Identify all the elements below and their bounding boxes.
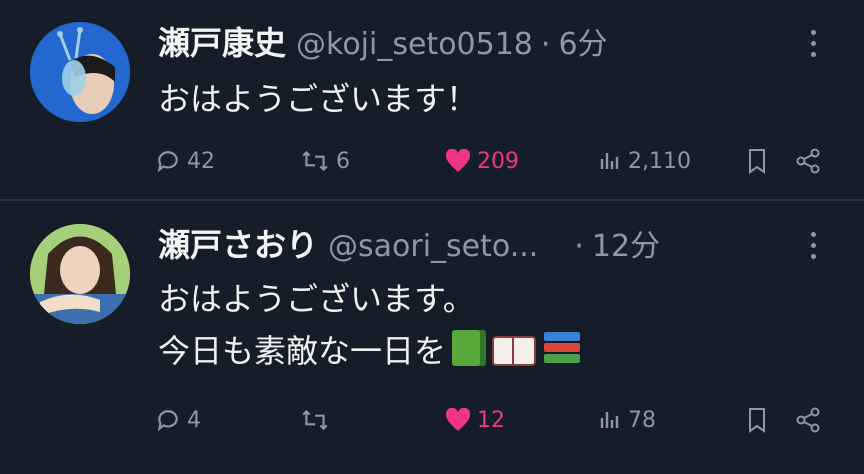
tweet-text-line: 今日も素敵な一日を <box>158 332 447 370</box>
share-icon <box>796 407 820 433</box>
user-handle[interactable]: @koji_seto0518 <box>296 27 533 62</box>
user-handle[interactable]: @saori_seto... <box>328 229 538 264</box>
tweet-actions: 4 12 78 <box>155 402 825 438</box>
views-count: 78 <box>628 407 656 433</box>
tweet-text-line: おはようございます。 <box>158 280 475 318</box>
bookmark-icon <box>749 149 765 174</box>
bookmark-button[interactable] <box>745 143 775 179</box>
like-button[interactable]: 209 <box>445 143 519 179</box>
timeline-feed: 瀬戸康史 @koji_seto0518 · 6分 おはようございます！ 42 6… <box>0 0 864 474</box>
avatar[interactable] <box>30 224 130 324</box>
tweet-text: おはようございます！ <box>158 74 478 124</box>
retweet-count: 6 <box>336 148 350 174</box>
bookmark-button[interactable] <box>745 402 775 438</box>
views-button[interactable]: 2,110 <box>598 143 691 179</box>
tweet-text-line-with-emoji: 今日も素敵な一日を <box>158 326 582 376</box>
reply-count: 4 <box>187 407 201 433</box>
views-icon <box>600 412 619 428</box>
tweet-text-line: おはようございます！ <box>158 80 479 118</box>
like-count: 12 <box>477 407 505 433</box>
heart-icon <box>445 408 471 431</box>
timestamp[interactable]: 12分 <box>592 221 660 265</box>
retweet-icon <box>302 409 328 431</box>
reply-button[interactable]: 4 <box>155 402 201 438</box>
retweet-button[interactable]: 6 <box>300 143 350 179</box>
tweet[interactable]: 瀬戸康史 @koji_seto0518 · 6分 おはようございます！ 42 6… <box>0 0 864 200</box>
like-button[interactable]: 12 <box>445 402 505 438</box>
tweet-actions: 42 6 209 2,110 <box>155 143 825 179</box>
reply-button[interactable]: 42 <box>155 143 215 179</box>
avatar[interactable] <box>30 22 130 122</box>
heart-icon <box>445 149 471 172</box>
reply-count: 42 <box>187 148 215 174</box>
share-button[interactable] <box>795 402 827 438</box>
timestamp[interactable]: 6分 <box>558 19 607 63</box>
share-button[interactable] <box>795 143 827 179</box>
tweet-text: おはようございます。 今日も素敵な一日を <box>158 274 582 376</box>
more-options-icon[interactable] <box>804 30 822 62</box>
books-icon <box>542 330 582 366</box>
tweet-header: 瀬戸康史 @koji_seto0518 · 6分 <box>158 18 608 62</box>
views-count: 2,110 <box>628 148 691 174</box>
bookmark-icon <box>749 408 765 433</box>
tweet[interactable]: 瀬戸さおり @saori_seto... · 12分 おはようございます。 今日… <box>0 202 864 474</box>
views-button[interactable]: 78 <box>598 402 656 438</box>
reply-icon <box>157 410 178 432</box>
open-book-icon <box>492 330 537 366</box>
tweet-header: 瀬戸さおり @saori_seto... · 12分 <box>158 220 660 264</box>
display-name[interactable]: 瀬戸康史 <box>158 18 286 64</box>
retweet-icon <box>302 150 328 172</box>
views-icon <box>600 153 619 169</box>
reply-icon <box>157 151 178 173</box>
separator-dot: · <box>540 27 551 62</box>
more-options-icon[interactable] <box>804 232 822 264</box>
like-count: 209 <box>477 148 519 174</box>
display-name[interactable]: 瀬戸さおり <box>158 220 318 266</box>
share-icon <box>796 148 820 174</box>
retweet-button[interactable] <box>300 402 336 438</box>
separator-dot: · <box>574 229 584 264</box>
green-book-icon <box>452 330 487 366</box>
tweet-divider <box>0 199 864 201</box>
